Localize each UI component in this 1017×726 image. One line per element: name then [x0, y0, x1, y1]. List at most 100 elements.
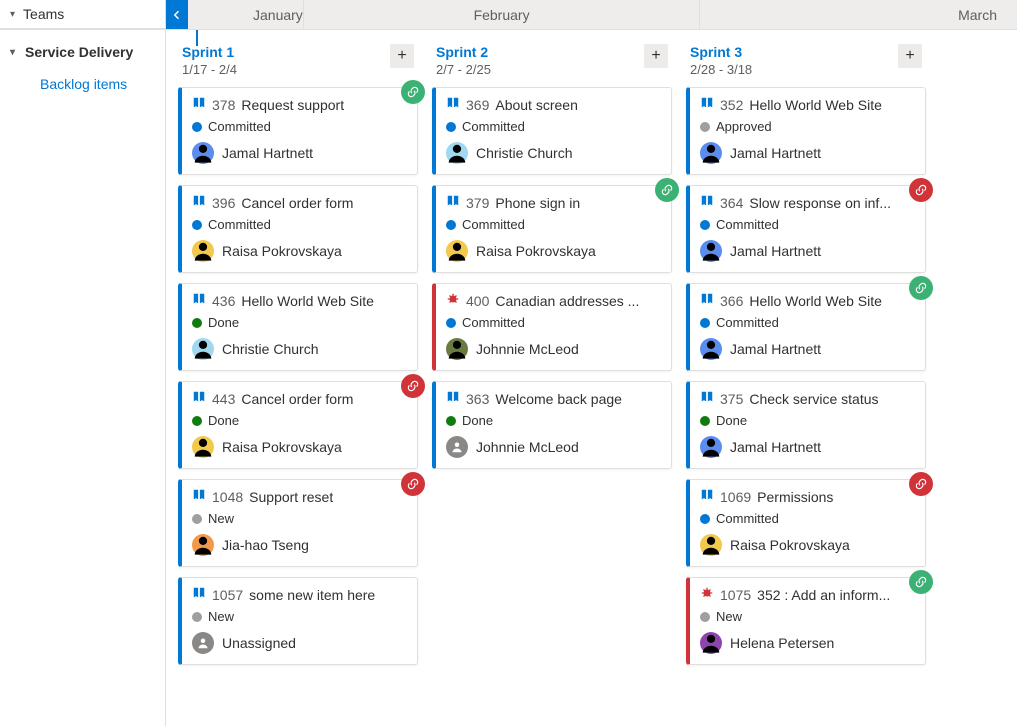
- state-label: New: [208, 511, 234, 526]
- month-header-march: March: [700, 0, 1017, 29]
- work-item-card[interactable]: 396 Cancel order form Committed Raisa Po…: [178, 185, 418, 273]
- work-item-card[interactable]: 436 Hello World Web Site Done Christie C…: [178, 283, 418, 371]
- work-item-id: 436: [212, 293, 235, 309]
- work-item-title: Cancel order form: [241, 391, 353, 407]
- work-item-card[interactable]: 378 Request support Committed Jamal Hart…: [178, 87, 418, 175]
- state-label: Committed: [462, 119, 525, 134]
- backlog-item-icon: [446, 96, 460, 113]
- avatar: [192, 142, 214, 164]
- add-card-button[interactable]: +: [644, 44, 668, 68]
- backlog-item-icon: [700, 390, 714, 407]
- backlog-item-icon: [192, 586, 206, 603]
- add-card-button[interactable]: +: [898, 44, 922, 68]
- add-card-button[interactable]: +: [390, 44, 414, 68]
- sprint-title[interactable]: Sprint 2: [436, 44, 491, 60]
- assignee-name: Jamal Hartnett: [222, 145, 313, 161]
- work-item-card[interactable]: 363 Welcome back page Done Johnnie McLeo…: [432, 381, 672, 469]
- link-badge-icon[interactable]: [909, 472, 933, 496]
- link-badge-icon[interactable]: [909, 276, 933, 300]
- link-badge-icon[interactable]: [401, 374, 425, 398]
- today-marker: [196, 30, 198, 46]
- state-label: Approved: [716, 119, 772, 134]
- avatar: [446, 240, 468, 262]
- state-indicator-icon: [446, 416, 456, 426]
- assignee-name: Raisa Pokrovskaya: [476, 243, 596, 259]
- state-indicator-icon: [192, 416, 202, 426]
- state-label: New: [716, 609, 742, 624]
- work-item-id: 1069: [720, 489, 751, 505]
- state-indicator-icon: [446, 122, 456, 132]
- work-item-card[interactable]: 1057 some new item here New Unassigned: [178, 577, 418, 665]
- backlog-item-icon: [446, 390, 460, 407]
- teams-header[interactable]: ▾ Teams: [0, 0, 166, 29]
- work-item-card[interactable]: 1069 Permissions Committed Raisa Pokrovs…: [686, 479, 926, 567]
- backlog-item-icon: [446, 194, 460, 211]
- backlog-item-icon: [700, 292, 714, 309]
- bug-icon: [700, 586, 714, 603]
- link-badge-icon[interactable]: [909, 570, 933, 594]
- work-item-title: Slow response on inf...: [749, 195, 891, 211]
- sprint-title[interactable]: Sprint 3: [690, 44, 752, 60]
- work-item-card[interactable]: 375 Check service status Done Jamal Hart…: [686, 381, 926, 469]
- assignee-name: Jamal Hartnett: [730, 145, 821, 161]
- work-item-id: 352: [720, 97, 743, 113]
- assignee-name: Jamal Hartnett: [730, 439, 821, 455]
- state-label: Done: [208, 315, 239, 330]
- state-indicator-icon: [700, 514, 710, 524]
- work-item-card[interactable]: 443 Cancel order form Done Raisa Pokrovs…: [178, 381, 418, 469]
- chevron-down-icon: ▾: [10, 9, 15, 20]
- work-item-id: 379: [466, 195, 489, 211]
- state-indicator-icon: [700, 612, 710, 622]
- work-item-title: Hello World Web Site: [241, 293, 374, 309]
- work-item-card[interactable]: 1048 Support reset New Jia-hao Tseng: [178, 479, 418, 567]
- backlog-item-icon: [192, 292, 206, 309]
- state-indicator-icon: [700, 416, 710, 426]
- state-label: Committed: [716, 217, 779, 232]
- assignee-name: Raisa Pokrovskaya: [222, 439, 342, 455]
- state-label: Committed: [462, 217, 525, 232]
- state-label: Done: [716, 413, 747, 428]
- teams-label: Teams: [23, 6, 64, 22]
- sprint-title[interactable]: Sprint 1: [182, 44, 237, 60]
- work-item-card[interactable]: 364 Slow response on inf... Committed Ja…: [686, 185, 926, 273]
- state-label: Committed: [716, 315, 779, 330]
- work-item-id: 364: [720, 195, 743, 211]
- work-item-title: Phone sign in: [495, 195, 580, 211]
- work-item-card[interactable]: 352 Hello World Web Site Approved Jamal …: [686, 87, 926, 175]
- avatar: [192, 240, 214, 262]
- avatar: [446, 338, 468, 360]
- chevron-down-icon: ▾: [10, 47, 15, 58]
- work-item-title: Permissions: [757, 489, 833, 505]
- avatar: [192, 534, 214, 556]
- avatar: [700, 632, 722, 654]
- state-indicator-icon: [700, 318, 710, 328]
- backlog-item-icon: [192, 194, 206, 211]
- month-header-february: February: [304, 0, 701, 29]
- avatar: [446, 436, 468, 458]
- work-item-title: Hello World Web Site: [749, 97, 882, 113]
- link-badge-icon[interactable]: [909, 178, 933, 202]
- backlog-item-icon: [700, 96, 714, 113]
- avatar: [700, 436, 722, 458]
- work-item-card[interactable]: 400 Canadian addresses ... Committed Joh…: [432, 283, 672, 371]
- work-item-title: some new item here: [249, 587, 375, 603]
- work-item-card[interactable]: 1075 352 : Add an inform... New Helena P…: [686, 577, 926, 665]
- link-badge-icon[interactable]: [401, 472, 425, 496]
- work-item-card[interactable]: 379 Phone sign in Committed Raisa Pokrov…: [432, 185, 672, 273]
- sidebar-team-service-delivery[interactable]: ▾ Service Delivery: [0, 36, 165, 68]
- link-badge-icon[interactable]: [401, 80, 425, 104]
- state-label: Committed: [208, 119, 271, 134]
- work-item-title: Cancel order form: [241, 195, 353, 211]
- work-item-card[interactable]: 366 Hello World Web Site Committed Jamal…: [686, 283, 926, 371]
- sidebar-item-backlog[interactable]: Backlog items: [0, 68, 165, 100]
- state-indicator-icon: [192, 612, 202, 622]
- work-item-id: 369: [466, 97, 489, 113]
- state-indicator-icon: [446, 220, 456, 230]
- nav-previous-button[interactable]: [166, 0, 188, 29]
- avatar: [192, 632, 214, 654]
- link-badge-icon[interactable]: [655, 178, 679, 202]
- sprint-column: Sprint 1 1/17 - 2/4 + 378 Request suppor…: [178, 44, 418, 665]
- state-indicator-icon: [700, 122, 710, 132]
- work-item-title: Hello World Web Site: [749, 293, 882, 309]
- work-item-card[interactable]: 369 About screen Committed Christie Chur…: [432, 87, 672, 175]
